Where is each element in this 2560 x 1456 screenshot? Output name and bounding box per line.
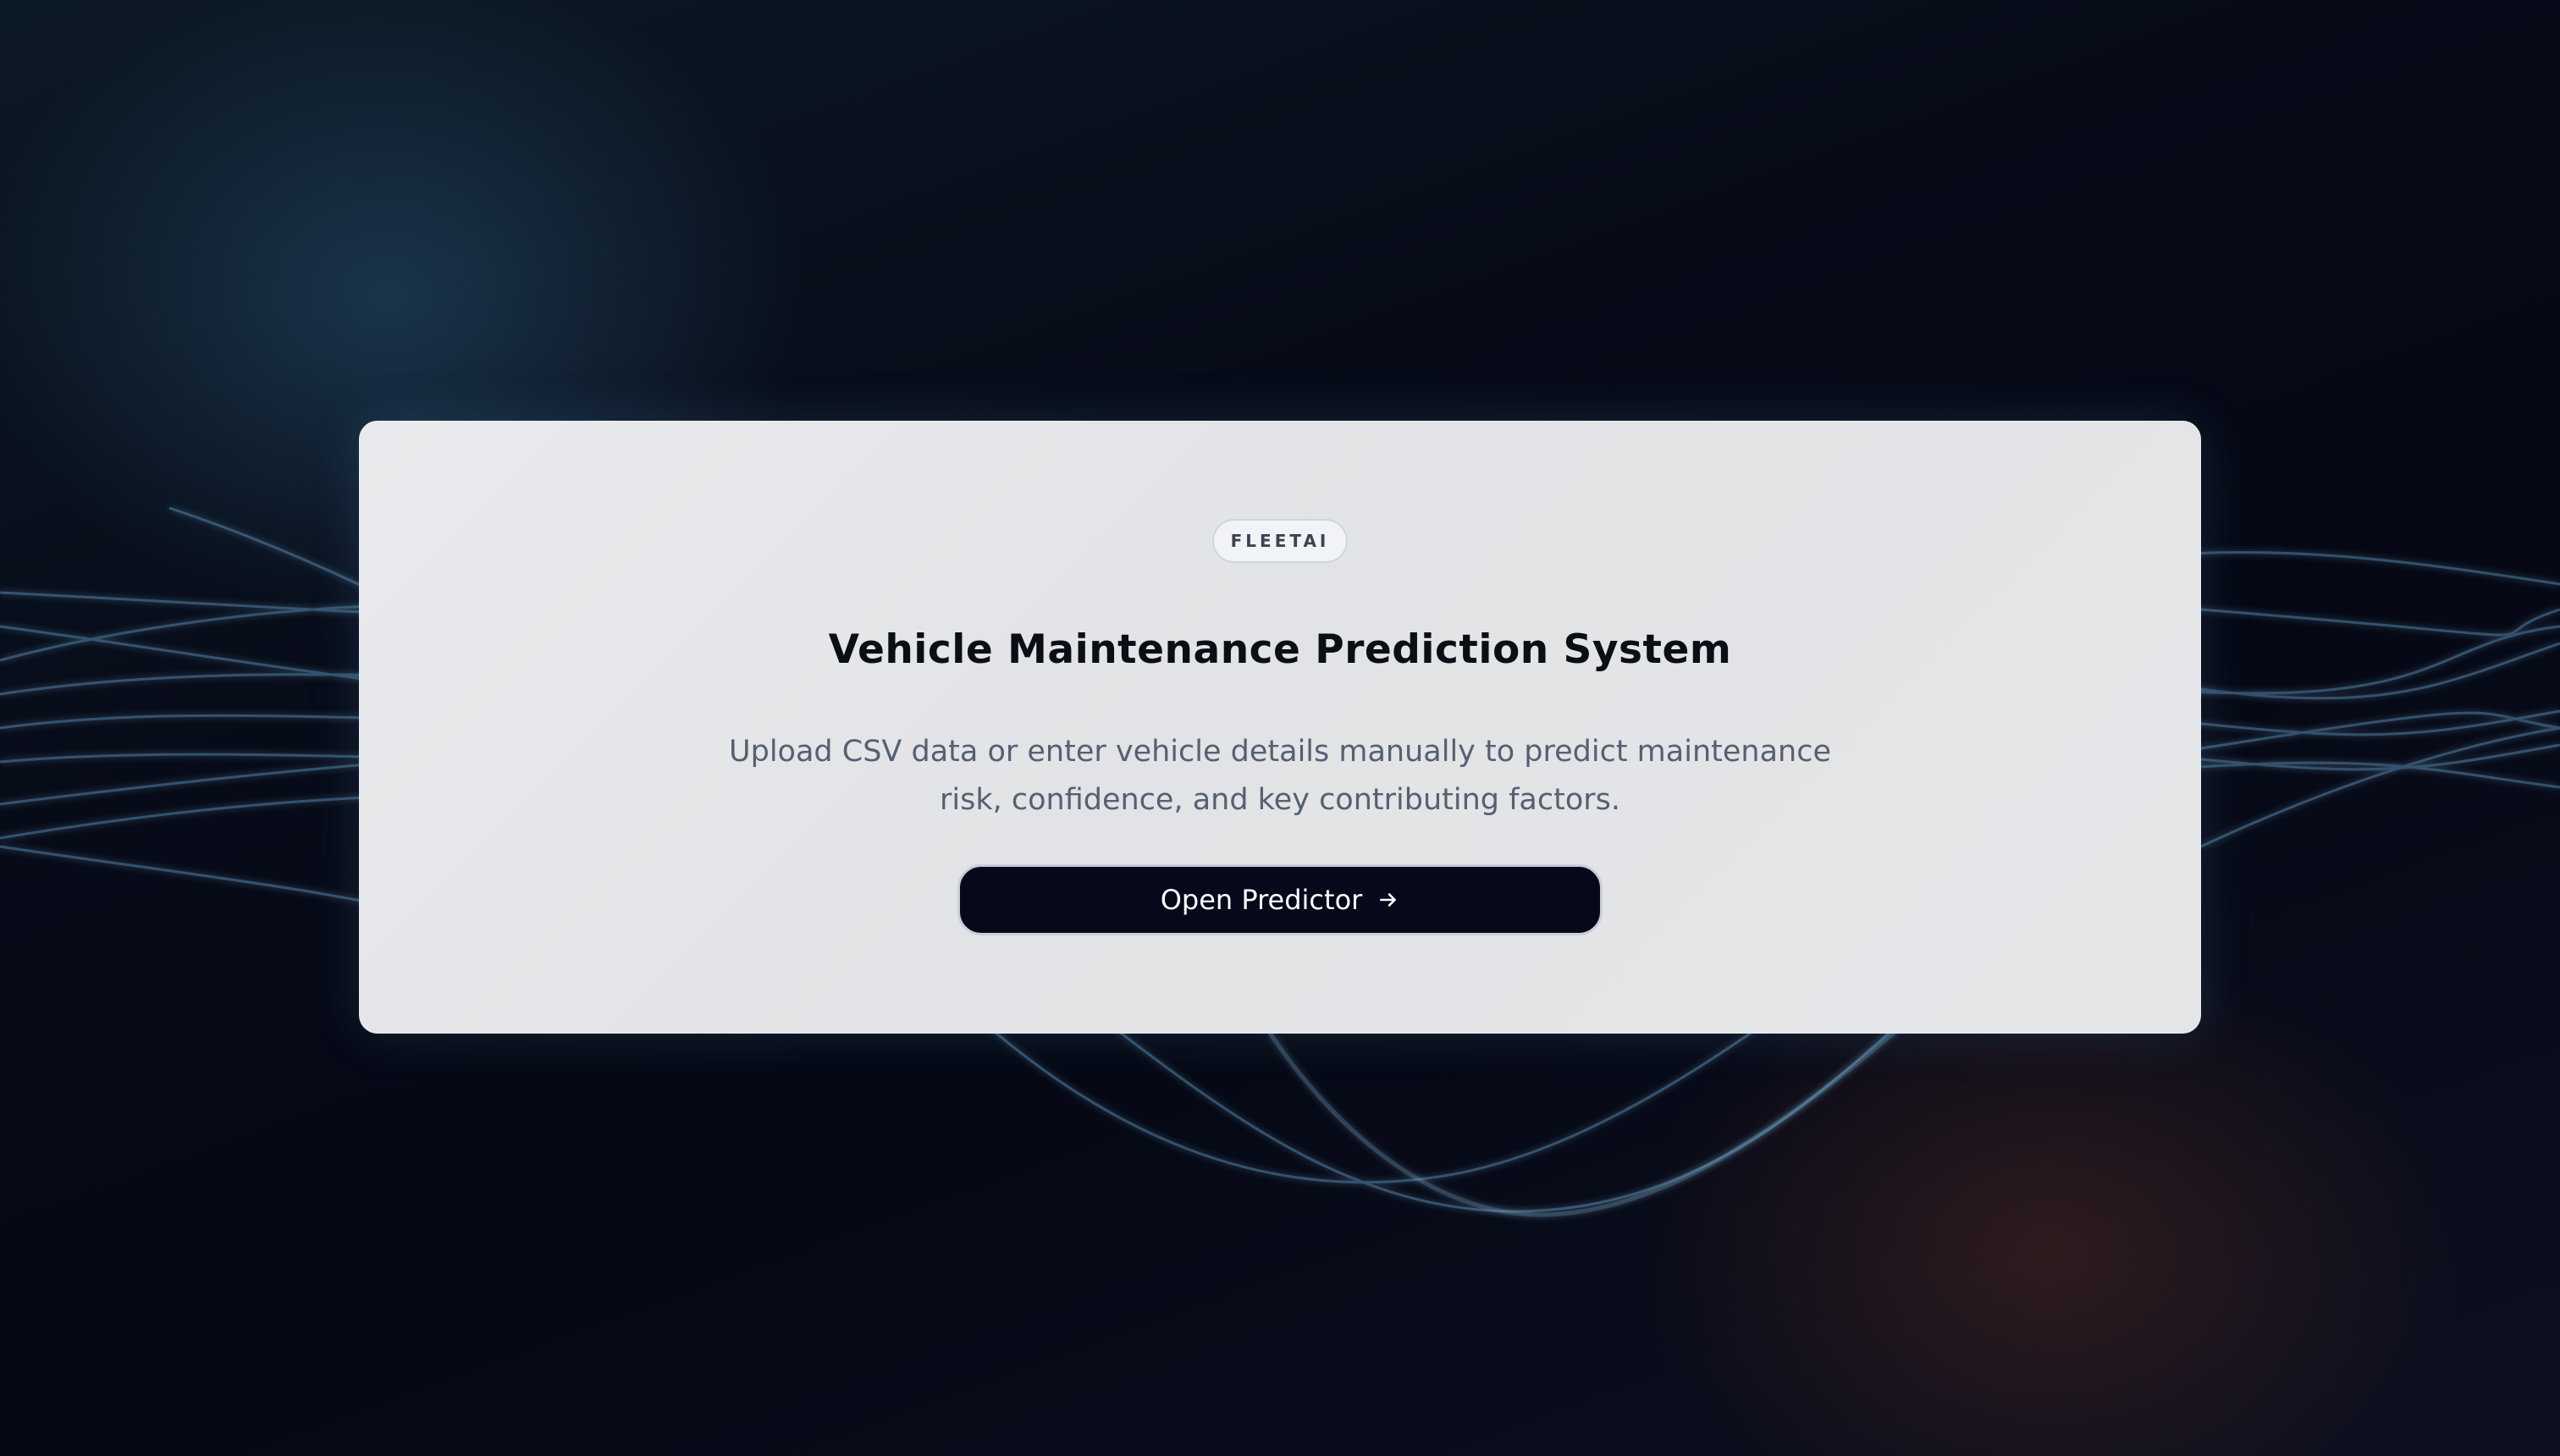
brand-badge: FLEETAI [1212,519,1348,563]
page-subtitle: Upload CSV data or enter vehicle details… [729,735,1831,817]
open-predictor-label: Open Predictor [1160,884,1363,916]
page-title: Vehicle Maintenance Prediction System [828,626,1732,673]
hero-card [359,421,2201,1034]
open-predictor-button[interactable]: Open Predictor [957,864,1603,935]
arrow-right-icon [1377,889,1399,911]
